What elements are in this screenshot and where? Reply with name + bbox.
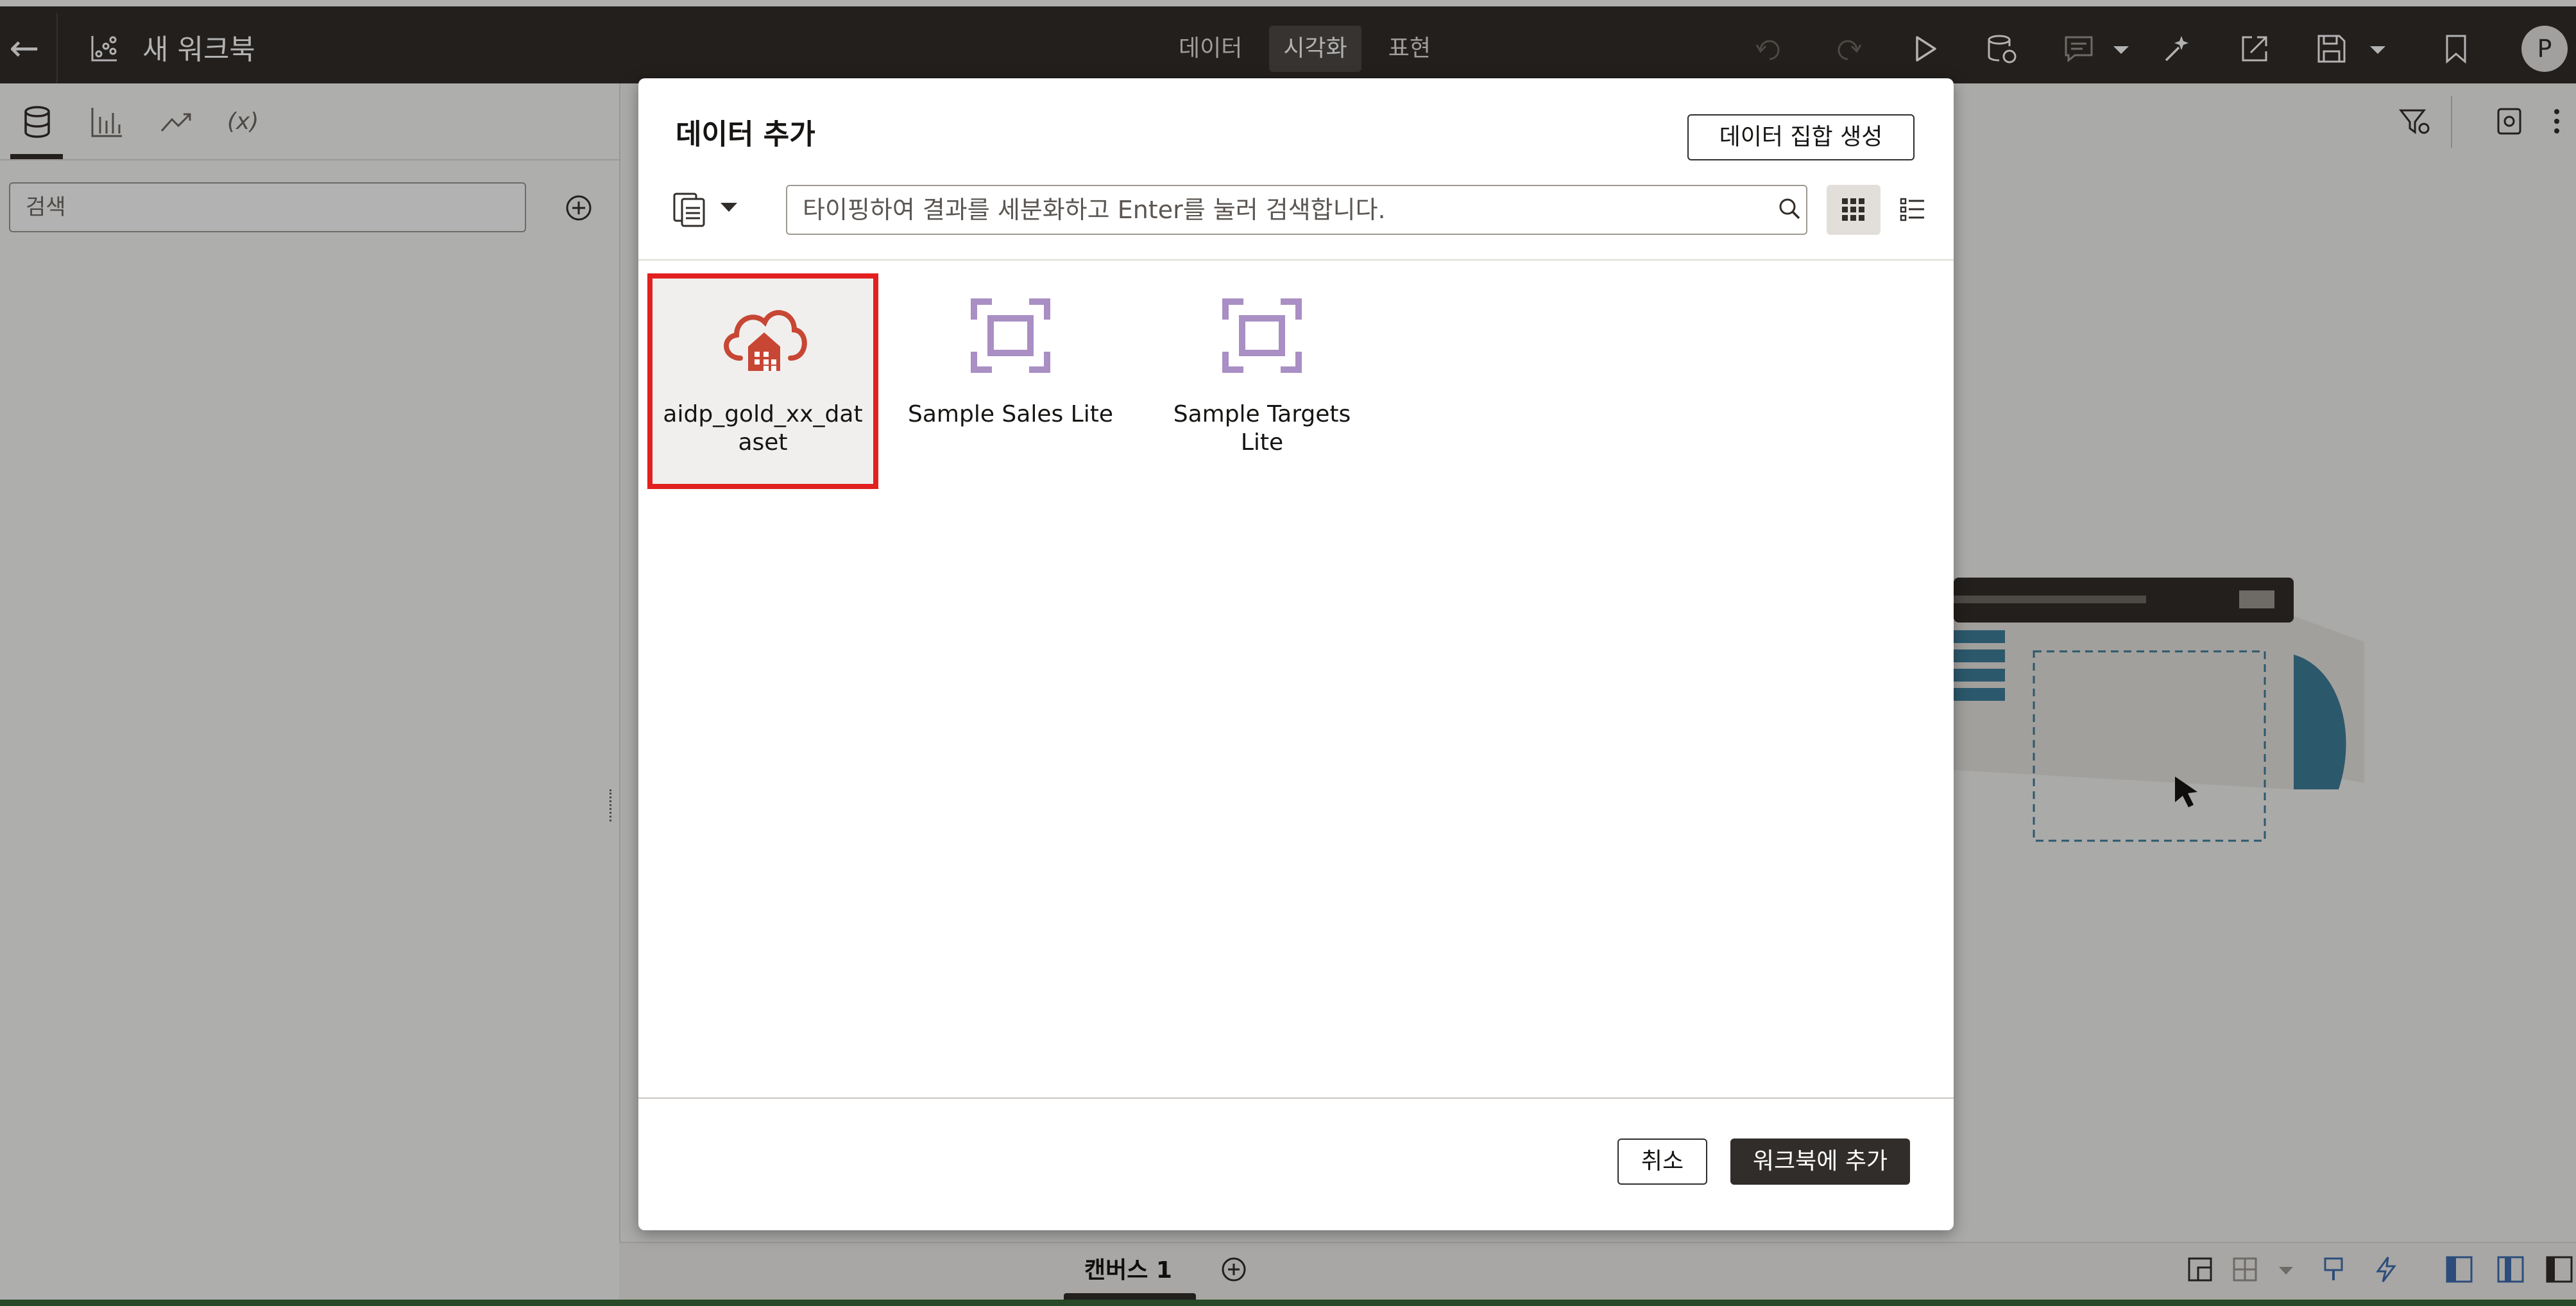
cloud-warehouse-icon (724, 310, 807, 371)
dataset-frame-icon (971, 298, 1050, 373)
dataset-frame-icon (1222, 298, 1302, 373)
dataset-tile-label: Sample Sales Lite (907, 401, 1113, 427)
cancel-button[interactable]: 취소 (1617, 1138, 1707, 1185)
create-dataset-button[interactable]: 데이터 집합 생성 (1687, 114, 1915, 160)
list-view-icon (1900, 198, 1924, 221)
data-source-dropdown-icon[interactable] (670, 189, 747, 227)
dataset-tile-label: aidp_gold_xx_dat aset (663, 401, 863, 456)
dataset-tile-sample-targets-lite[interactable]: Sample Targets Lite (1147, 273, 1378, 489)
dataset-search-input[interactable]: 타이핑하여 결과를 세분화하고 Enter를 눌러 검색합니다. (786, 185, 1807, 235)
dialog-footer-divider (638, 1097, 1954, 1099)
dialog-header-divider (638, 259, 1954, 261)
dataset-tile-label: Sample Targets Lite (1173, 401, 1351, 456)
grid-view-icon (1842, 198, 1864, 221)
dataset-tile-aidp-gold[interactable]: aidp_gold_xx_dat aset (647, 273, 878, 489)
search-icon[interactable] (1777, 196, 1802, 221)
grid-view-button[interactable] (1827, 185, 1881, 235)
dataset-tile-sample-sales-lite[interactable]: Sample Sales Lite (895, 273, 1126, 489)
add-data-dialog: 데이터 추가 데이터 집합 생성 타이핑하여 결과를 세분화하고 Enter를 … (638, 78, 1954, 1230)
list-view-button[interactable] (1886, 185, 1940, 235)
dialog-title: 데이터 추가 (676, 118, 815, 151)
add-to-workbook-button[interactable]: 워크북에 추가 (1730, 1138, 1910, 1185)
